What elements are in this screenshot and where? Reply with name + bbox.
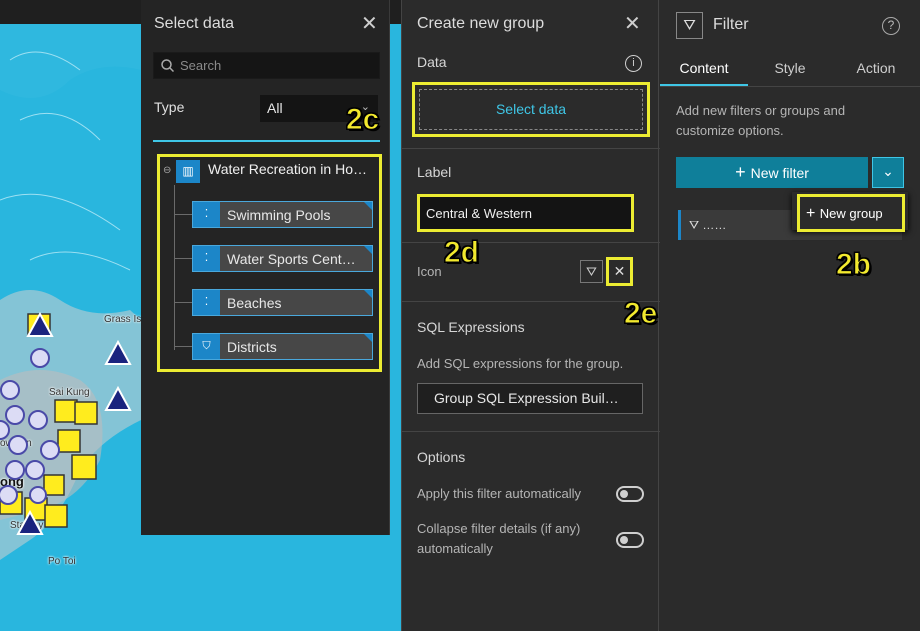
search-icon — [161, 59, 174, 72]
item-corner — [364, 290, 372, 298]
panel-title: Select data — [154, 15, 235, 32]
webmap-icon: ▥ — [176, 160, 200, 183]
panel-title: Create new group — [417, 15, 545, 32]
tree-root-label[interactable]: Water Recreation in Ho… — [208, 161, 367, 177]
apply-filter-label: Apply this filter automatically — [417, 486, 582, 501]
icon-label: Icon — [417, 264, 442, 279]
map-markers — [0, 311, 132, 535]
divider — [402, 242, 660, 243]
type-underline — [153, 140, 380, 142]
close-icon[interactable]: ✕ — [624, 14, 641, 34]
polygon-layer-icon: ⛉ — [193, 334, 220, 359]
collapse-label-1: Collapse filter details (if any) — [417, 521, 581, 536]
callout-2e: 2e — [623, 297, 658, 331]
filter-desc-2: customize options. — [676, 123, 784, 138]
select-data-button[interactable]: Select data — [419, 89, 643, 130]
item-corner — [364, 246, 372, 254]
select-data-panel: Select data ✕ Search Type All ⌄ ⊖ ▥ Wate… — [141, 0, 390, 535]
data-tree: ⊖ ▥ Water Recreation in Ho… ⁚ Swimming P… — [157, 154, 382, 372]
new-filter-button[interactable]: + New filter — [676, 157, 868, 188]
select-data-highlight: Select data — [412, 82, 650, 137]
info-icon[interactable]: i — [625, 55, 642, 72]
plus-icon: + — [806, 205, 820, 222]
new-dropdown-menu: + New group — [792, 192, 908, 232]
search-placeholder: Search — [180, 58, 222, 73]
tree-item-beaches[interactable]: ⁚ Beaches — [192, 289, 373, 316]
tree-item-swimming-pools[interactable]: ⁚ Swimming Pools — [192, 201, 373, 228]
item-corner — [364, 334, 372, 342]
tab-action[interactable]: Action — [832, 60, 920, 76]
sql-builder-button[interactable]: Group SQL Expression Buil… — [417, 383, 643, 414]
callout-2d: 2d — [443, 236, 480, 270]
tree-item-districts[interactable]: ⛉ Districts — [192, 333, 373, 360]
new-dropdown-button[interactable]: ⌄ — [872, 157, 904, 188]
divider — [402, 301, 660, 302]
tree-branch — [174, 302, 193, 303]
help-icon[interactable]: ? — [882, 17, 900, 35]
filter-icon-button[interactable]: ⛛ — [580, 260, 603, 283]
sql-description: Add SQL expressions for the group. — [417, 356, 624, 371]
tree-branch — [174, 214, 193, 215]
new-group-label: New group — [819, 206, 883, 221]
tree-item-water-sports[interactable]: ⁚ Water Sports Cent… — [192, 245, 373, 272]
tree-connector — [174, 185, 175, 350]
callout-2c: 2c — [345, 103, 380, 137]
tree-item-label: Beaches — [227, 295, 282, 311]
item-corner — [364, 202, 372, 210]
tab-content[interactable]: Content — [660, 60, 748, 76]
chevron-down-icon: ⌄ — [882, 163, 894, 179]
callout-2b: 2b — [835, 248, 872, 282]
apply-filter-toggle[interactable] — [616, 486, 644, 502]
tab-style[interactable]: Style — [748, 60, 832, 76]
label-label: Label — [417, 164, 452, 180]
filter-item-label: …… — [702, 218, 727, 232]
new-group-menu-item[interactable]: + New group — [797, 194, 905, 232]
tree-branch — [174, 258, 193, 259]
tree-branch — [174, 346, 193, 347]
data-label: Data — [417, 54, 447, 70]
filter-desc-1: Add new filters or groups and — [676, 103, 846, 118]
close-icon: ✕ — [613, 263, 626, 279]
create-group-panel: Create new group ✕ Data i Select data La… — [401, 0, 660, 631]
point-layer-icon: ⁚ — [193, 202, 220, 227]
point-layer-icon: ⁚ — [193, 290, 220, 315]
sql-title: SQL Expressions — [417, 319, 525, 335]
collapse-icon[interactable]: ⊖ — [163, 165, 171, 176]
filter-icon: ⛛ — [676, 12, 703, 39]
collapse-toggle[interactable] — [616, 532, 644, 548]
tree-item-label: Districts — [227, 339, 277, 355]
close-icon[interactable]: ✕ — [361, 14, 378, 34]
tree-item-label: Water Sports Cent… — [227, 251, 356, 267]
divider — [402, 148, 660, 149]
filter-panel: ⛛ Filter ? Content Style Action Add new … — [660, 0, 920, 631]
search-input[interactable]: Search — [153, 52, 380, 79]
map-label-po-toi: Po Toi — [48, 556, 76, 567]
options-title: Options — [417, 449, 466, 465]
divider — [402, 431, 660, 432]
remove-icon-button[interactable]: ✕ — [606, 257, 633, 286]
point-layer-icon: ⁚ — [193, 246, 220, 271]
type-label: Type — [154, 99, 185, 115]
label-input[interactable]: Central & Western — [417, 194, 634, 232]
collapse-label-2: automatically — [417, 541, 493, 556]
filter-icon: ⛛ — [689, 218, 703, 232]
new-filter-label: New filter — [750, 165, 809, 181]
divider — [660, 86, 920, 87]
panel-title: Filter — [713, 16, 749, 33]
plus-icon: + — [735, 162, 751, 182]
tree-item-label: Swimming Pools — [227, 207, 331, 223]
type-select-value: All — [267, 100, 283, 116]
